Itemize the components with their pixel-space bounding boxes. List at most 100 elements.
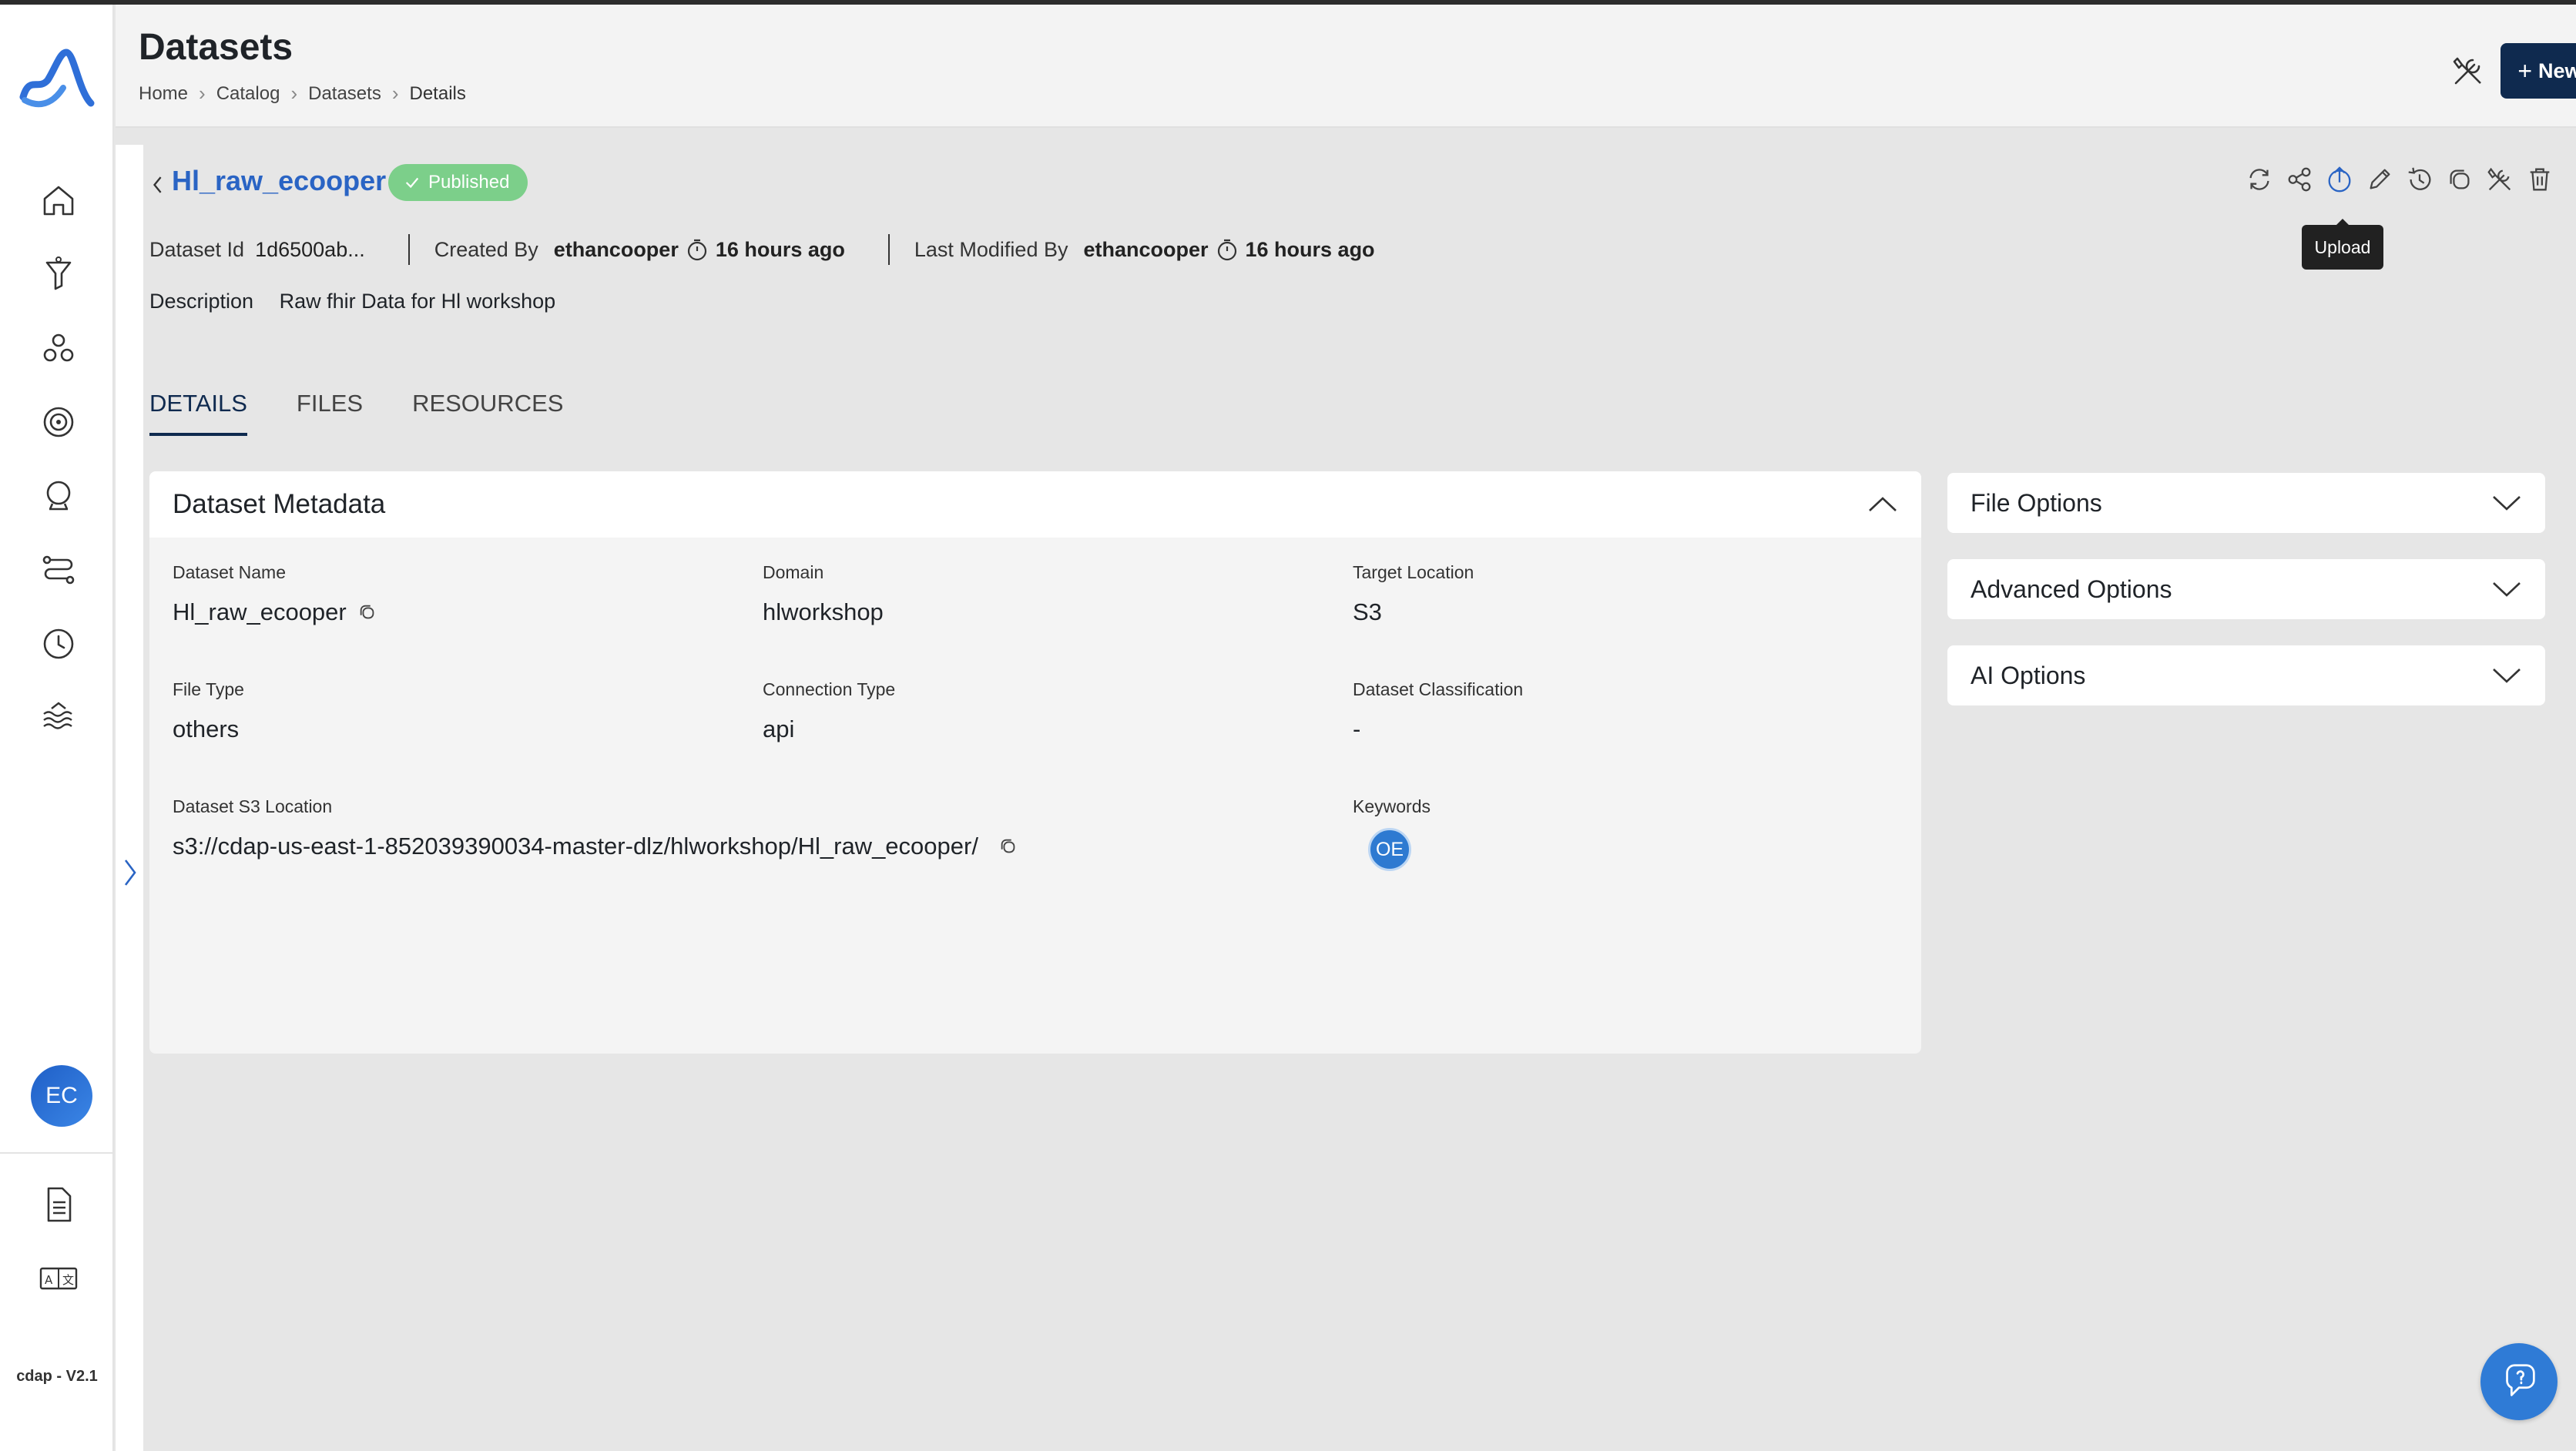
user-avatar[interactable]: EC (31, 1065, 92, 1127)
trash-icon (2530, 168, 2550, 191)
dataset-title[interactable]: Hl_raw_ecooper (172, 165, 386, 197)
timer-icon (687, 239, 706, 261)
tab-resources[interactable]: RESOURCES (412, 390, 563, 436)
app-logo[interactable] (18, 45, 96, 114)
field-label: Dataset Classification (1353, 679, 1524, 699)
refresh-button[interactable] (2243, 163, 2276, 196)
upload-button[interactable] (2323, 163, 2356, 196)
field-label: Target Location (1353, 562, 1474, 582)
copy-icon[interactable] (357, 602, 377, 622)
field-value: - (1353, 715, 1361, 742)
field-keywords: Keywords OE (1353, 796, 1431, 871)
description-label: Description (149, 290, 254, 313)
nav-docs[interactable] (37, 1183, 80, 1226)
nav-schedule[interactable] (37, 622, 80, 665)
edit-icon (2370, 169, 2390, 189)
modified-time: 16 hours ago (1245, 237, 1375, 261)
tab-details[interactable]: DETAILS (149, 390, 247, 436)
accordion-label: File Options (1971, 488, 2102, 517)
nav-insights[interactable] (37, 474, 80, 518)
field-domain: Domain hlworkshop (763, 562, 884, 626)
tools-button[interactable] (2447, 48, 2490, 94)
cluster-icon (43, 333, 74, 362)
keyword-chip[interactable]: OE (1368, 828, 1411, 871)
chevron-up-icon[interactable] (1867, 495, 1898, 514)
field-value: others (173, 715, 240, 742)
edit-button[interactable] (2363, 163, 2396, 196)
svg-text:A: A (45, 1273, 53, 1287)
document-icon (47, 1187, 72, 1222)
target-icon (43, 407, 74, 437)
tab-files[interactable]: FILES (297, 390, 363, 436)
field-classification: Dataset Classification - (1353, 679, 1523, 743)
nav-home[interactable] (37, 179, 80, 222)
field-target-location: Target Location S3 (1353, 562, 1474, 626)
chevron-down-icon (2493, 582, 2521, 597)
page-title: Datasets (139, 27, 293, 68)
accordion-label: AI Options (1971, 661, 2086, 689)
field-value: Hl_raw_ecooper (173, 598, 377, 626)
tab-bar: DETAILS FILES RESOURCES (149, 390, 612, 436)
chevron-right-icon (124, 860, 136, 886)
refresh-icon (2249, 169, 2269, 190)
help-chat-button[interactable] (2480, 1343, 2558, 1420)
copy-icon[interactable] (998, 836, 1018, 856)
metadata-card-header[interactable]: Dataset Metadata (149, 471, 1921, 538)
data-lake-icon (43, 702, 72, 729)
chevron-down-icon (2493, 496, 2521, 511)
chevron-right-icon: › (199, 82, 206, 105)
dataset-id-value: 1d6500ab... (255, 237, 365, 261)
expand-panel-button[interactable] (119, 853, 142, 892)
breadcrumb-catalog[interactable]: Catalog (216, 83, 280, 105)
field-label: Keywords (1353, 796, 1431, 816)
pipeline-icon (42, 555, 75, 585)
modified-by-label: Last Modified By (914, 237, 1068, 261)
history-icon (2408, 167, 2431, 190)
new-dataset-button[interactable]: + New Dataset (2501, 43, 2576, 99)
nav-datalake[interactable] (37, 696, 80, 739)
field-value: S3 (1353, 598, 1382, 625)
funnel-icon (45, 256, 72, 290)
field-value: s3://cdap-us-east-1-852039390034-master-… (173, 833, 1018, 860)
field-connection-type: Connection Type api (763, 679, 895, 743)
meta-divider (408, 234, 410, 265)
accordion-label: Advanced Options (1971, 575, 2172, 603)
timer-icon (1217, 239, 1236, 261)
tools-action-button[interactable] (2484, 163, 2516, 196)
nav-target[interactable] (37, 400, 80, 444)
sidebar: EC A文 cdap - V2.1 (0, 5, 114, 1451)
ai-options-accordion[interactable]: AI Options (1947, 645, 2545, 705)
nav-translate[interactable]: A文 (37, 1257, 80, 1300)
breadcrumb-details: Details (409, 82, 466, 104)
app-version: cdap - V2.1 (16, 1368, 98, 1385)
breadcrumb-home[interactable]: Home (139, 83, 188, 105)
history-button[interactable] (2403, 163, 2436, 196)
field-label: Domain (763, 562, 824, 582)
back-button[interactable] (146, 169, 169, 200)
new-dataset-label: New Dataset (2538, 59, 2576, 82)
nav-pipelines[interactable] (37, 548, 80, 591)
copy-button[interactable] (2444, 163, 2476, 196)
description-row: Description Raw fhir Data for Hl worksho… (149, 290, 555, 313)
rail-divider (0, 1152, 114, 1154)
upload-icon (2328, 166, 2351, 193)
share-button[interactable] (2283, 163, 2316, 196)
field-value: hlworkshop (763, 598, 884, 625)
clock-icon (43, 628, 74, 659)
status-label: Published (428, 172, 510, 193)
field-file-type: File Type others (173, 679, 244, 743)
collapsed-panel (116, 145, 143, 1451)
metadata-card-title: Dataset Metadata (173, 489, 386, 519)
nav-cluster[interactable] (37, 327, 80, 370)
advanced-options-accordion[interactable]: Advanced Options (1947, 559, 2545, 619)
nav-filter[interactable] (37, 253, 80, 296)
field-label: Dataset S3 Location (173, 796, 333, 816)
delete-button[interactable] (2524, 163, 2556, 196)
upload-tooltip: Upload (2302, 219, 2383, 270)
dataset-id-label: Dataset Id (149, 237, 245, 261)
breadcrumb-datasets[interactable]: Datasets (308, 83, 381, 105)
breadcrumb: Home › Catalog › Datasets › Details (139, 82, 466, 106)
created-time: 16 hours ago (715, 237, 845, 261)
copy-icon (2450, 169, 2470, 189)
file-options-accordion[interactable]: File Options (1947, 473, 2545, 533)
